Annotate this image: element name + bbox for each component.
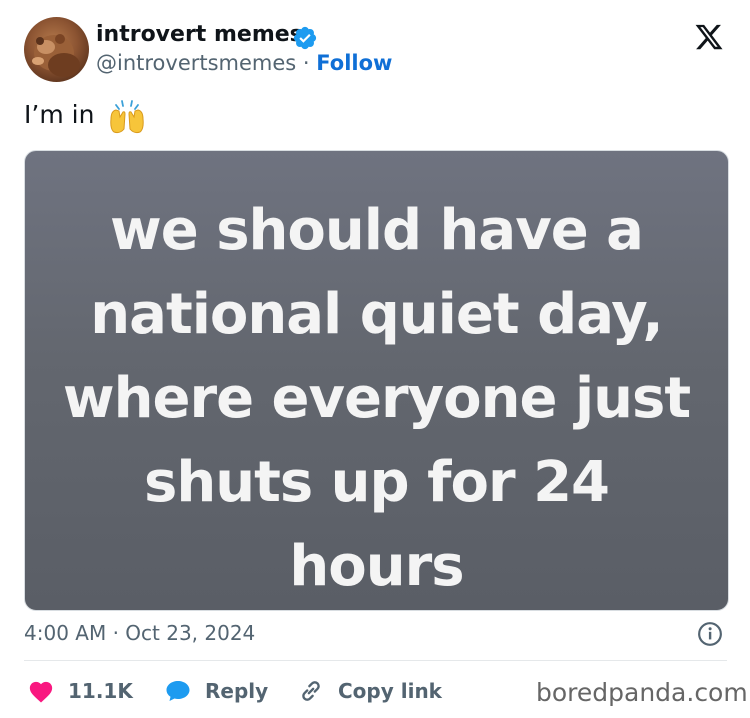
copy-link-button[interactable]: Copy link [298,676,442,706]
display-name[interactable]: introvert memes [96,22,303,47]
avatar-image [32,34,80,77]
meme-line: where everyone just [62,366,691,431]
link-icon [302,681,320,701]
raising-hands-emoji-icon [110,100,144,134]
like-count: 11.1K [68,679,133,703]
handle-separator: · [296,51,317,75]
watermark: boredpanda.com [536,678,748,707]
handle[interactable]: @introvertsmemes [96,51,296,75]
reply-label: Reply [205,679,269,703]
meme-line: national quiet day, [90,282,663,347]
handle-row: @introvertsmemes · Follow [96,51,392,75]
heart-icon [29,681,53,703]
avatar[interactable] [24,17,89,82]
divider [24,660,727,661]
speech-bubble-icon [166,681,190,701]
tweet-media-image[interactable]: we should have a national quiet day, whe… [24,150,729,611]
follow-button[interactable]: Follow [316,51,392,75]
tweet-card: introvert memes @introvertsmemes · Follo… [0,0,750,718]
info-icon[interactable] [697,621,723,647]
copy-link-label: Copy link [338,679,442,703]
meme-line: hours [289,534,464,599]
meme-line: we should have a [110,198,644,263]
meme-text: we should have a national quiet day, whe… [25,189,728,609]
timestamp[interactable]: 4:00 AM · Oct 23, 2024 [24,621,255,645]
tweet-text: I’m in [24,100,95,129]
like-button[interactable]: 11.1K [28,676,133,706]
reply-button[interactable]: Reply [165,676,268,706]
x-logo-icon[interactable] [694,22,724,52]
meme-line: shuts up for 24 [144,450,610,515]
verified-badge-icon [293,26,317,50]
